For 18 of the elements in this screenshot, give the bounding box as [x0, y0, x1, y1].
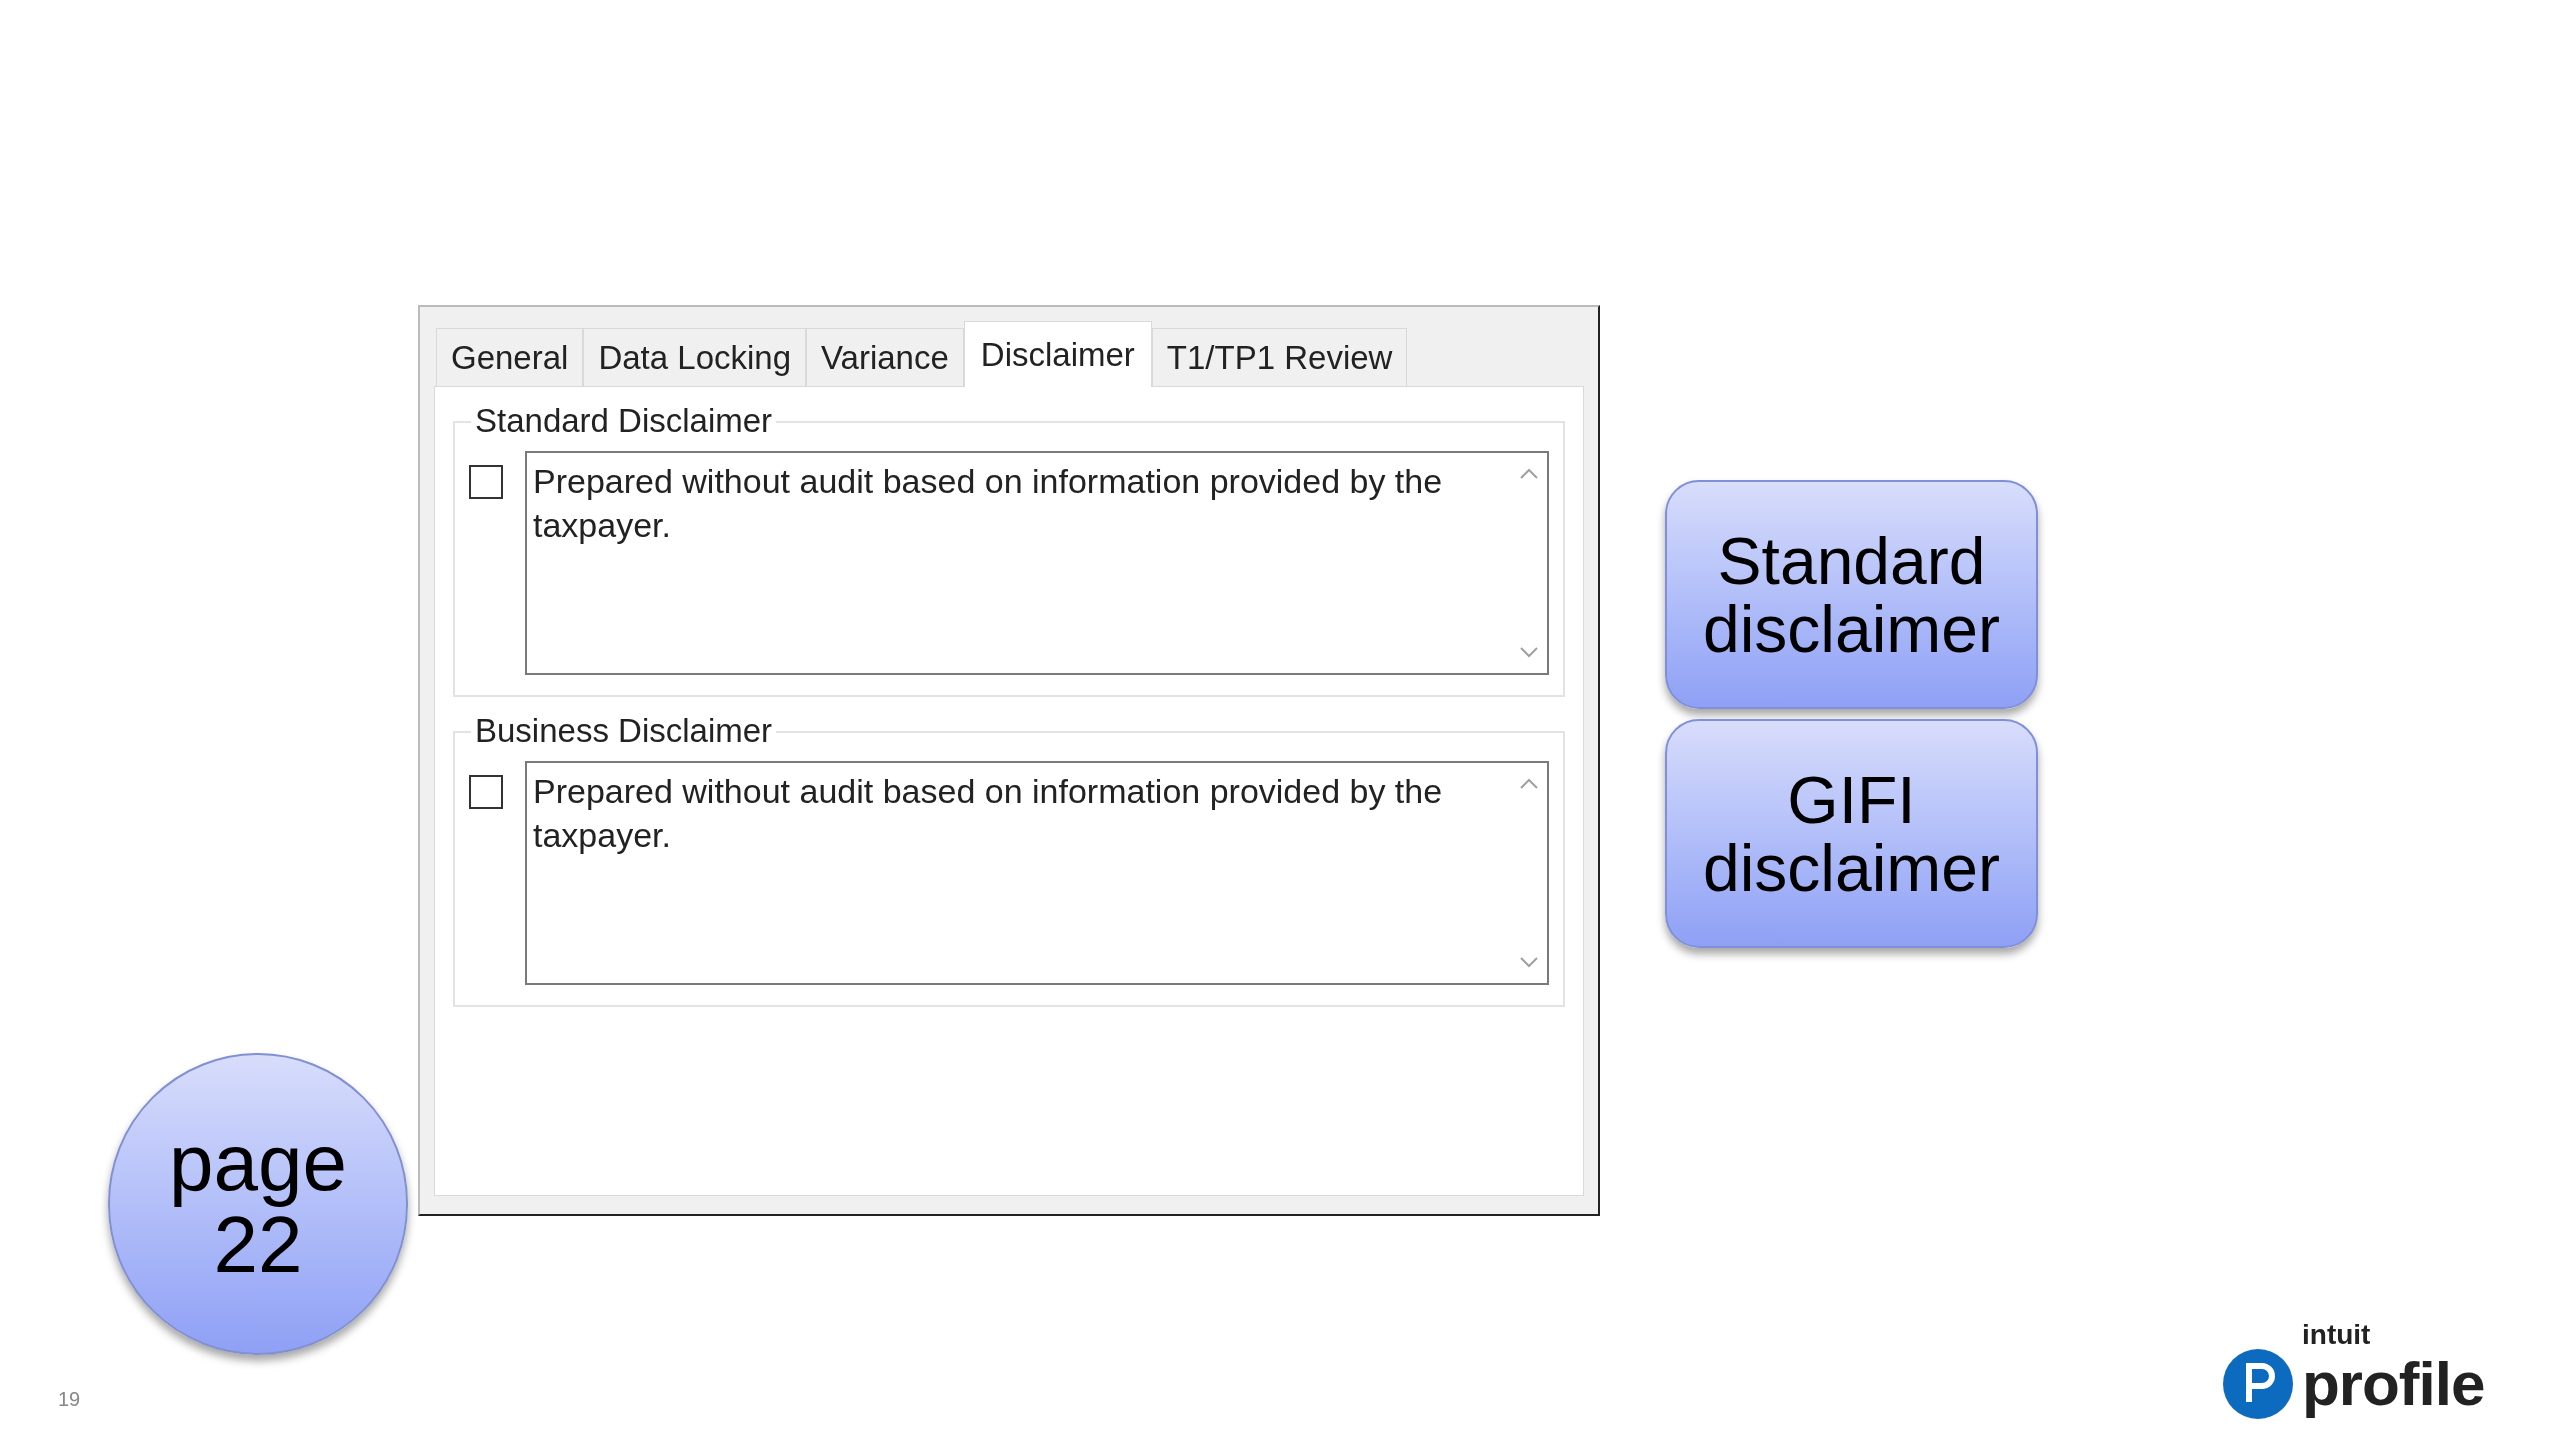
logo-brand: intuit	[2302, 1322, 2372, 1348]
tab[interactable]: General	[436, 328, 584, 386]
slide-number: 19	[58, 1387, 81, 1412]
checkbox[interactable]	[469, 465, 503, 499]
tab[interactable]: Variance	[806, 328, 964, 386]
scroll-down-icon[interactable]	[1518, 955, 1540, 969]
checkbox[interactable]	[469, 775, 503, 809]
logo-icon	[2222, 1348, 2294, 1420]
text-area[interactable]: Prepared without audit based on information provided by the taxpayer.	[525, 451, 1549, 675]
tab[interactable]: T1/TP1 Review	[1151, 328, 1408, 386]
tab[interactable]: Disclaimer	[963, 321, 1152, 387]
text-area[interactable]: Prepared without audit based on information provided by the taxpayer.	[525, 761, 1549, 985]
scroll-up-icon[interactable]	[1518, 777, 1540, 791]
logo-product: profile	[2302, 1348, 2485, 1420]
page-badge: page 22	[108, 1053, 408, 1355]
tab[interactable]: Data Locking	[583, 328, 807, 386]
scroll-up-icon[interactable]	[1518, 467, 1540, 481]
scroll-down-icon[interactable]	[1518, 645, 1540, 659]
